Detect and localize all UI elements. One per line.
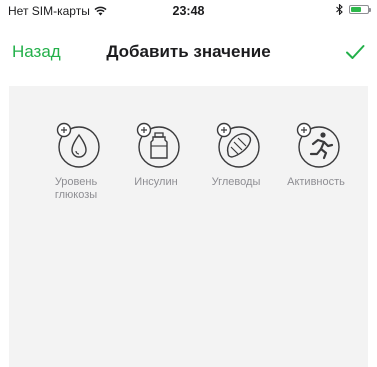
status-bar: Нет SIM-карты 23:48 bbox=[0, 0, 377, 22]
content-panel: Уровень глюкозы Инсулин Углеводы Активно… bbox=[9, 86, 368, 367]
carbs-bread-icon bbox=[216, 122, 260, 168]
option-insulin[interactable]: Инсулин bbox=[116, 120, 196, 189]
status-time: 23:48 bbox=[172, 4, 205, 18]
battery-icon bbox=[349, 5, 371, 14]
glucose-drop-icon bbox=[56, 122, 100, 168]
battery-fill bbox=[351, 7, 361, 12]
nav-bar: Назад Добавить значение bbox=[0, 22, 377, 86]
option-carbs[interactable]: Углеводы bbox=[196, 120, 276, 189]
option-label: Углеводы bbox=[211, 176, 261, 188]
back-button[interactable]: Назад bbox=[12, 42, 61, 62]
option-activity[interactable]: Активность bbox=[276, 120, 356, 189]
bluetooth-icon bbox=[336, 4, 343, 15]
checkmark-icon[interactable] bbox=[343, 40, 367, 64]
option-glucose[interactable]: Уровень глюкозы bbox=[36, 120, 116, 202]
value-type-options: Уровень глюкозы Инсулин Углеводы Активно… bbox=[9, 120, 368, 220]
option-label: Активность bbox=[287, 176, 345, 188]
option-label: Инсулин bbox=[134, 176, 178, 188]
insulin-vial-icon bbox=[136, 122, 180, 168]
option-label: Уровень глюкозы bbox=[54, 176, 98, 201]
activity-runner-icon bbox=[296, 122, 340, 168]
status-right bbox=[336, 4, 371, 15]
